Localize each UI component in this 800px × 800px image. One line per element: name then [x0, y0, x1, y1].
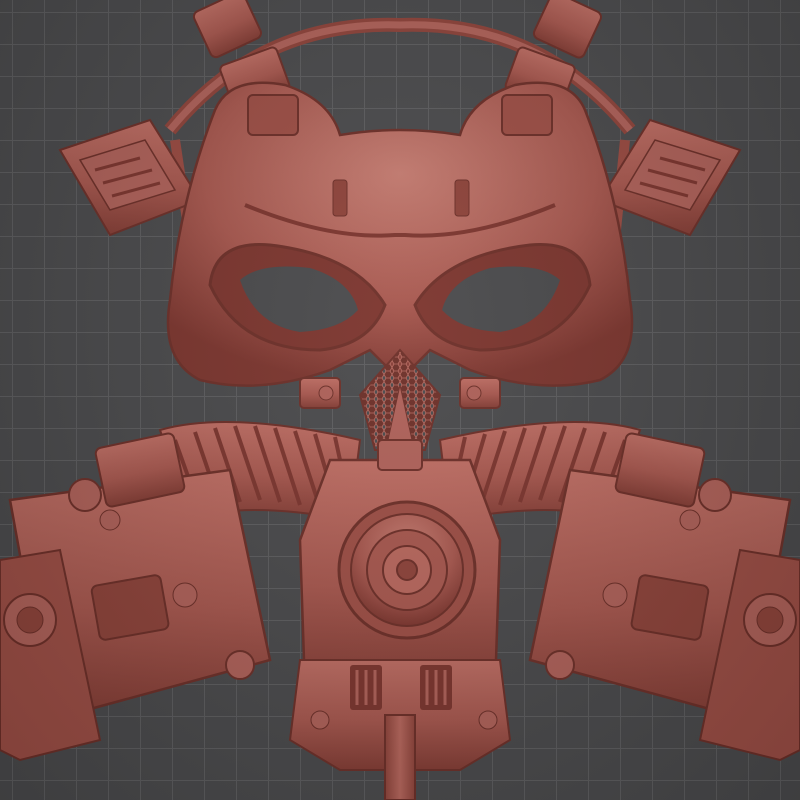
skull-face-plate — [166, 81, 634, 387]
filter-canister-left — [0, 432, 272, 762]
3d-viewport[interactable] — [0, 0, 800, 800]
strap-buckle-left — [58, 118, 202, 237]
nose-vent-mesh — [358, 348, 442, 451]
central-filter-dial — [337, 500, 477, 640]
gas-mask-model[interactable] — [0, 0, 800, 800]
cheek-bolt-right — [459, 377, 501, 409]
filter-canister-right — [528, 432, 800, 762]
cheek-bolt-left — [299, 377, 341, 409]
chin-guard — [288, 659, 512, 800]
